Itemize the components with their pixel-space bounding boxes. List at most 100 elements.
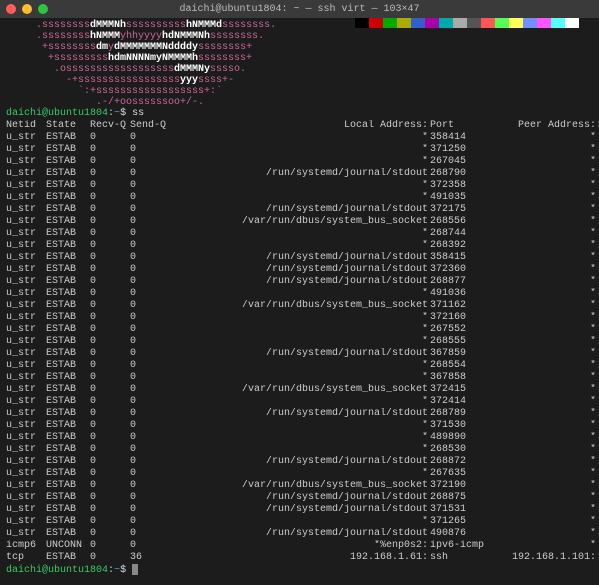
cell-recv: 0 <box>90 240 130 252</box>
cell-recv: 0 <box>90 492 130 504</box>
cell-send: 36 <box>130 552 170 564</box>
cell-lport: 372360 <box>430 264 488 276</box>
cell-state: ESTAB <box>46 432 90 444</box>
cell-recv: 0 <box>90 528 130 540</box>
prompt-line-2[interactable]: daichi@ubuntu1804:~$ <box>6 564 593 577</box>
table-row: u_strESTAB00*372414*372415 <box>6 396 599 408</box>
cell-state: ESTAB <box>46 168 90 180</box>
cell-paddr: * <box>488 240 598 252</box>
cell-netid: u_str <box>6 348 46 360</box>
cell-laddr: * <box>170 444 430 456</box>
cell-paddr: * <box>488 444 598 456</box>
table-row: u_strESTAB00/var/run/dbus/system_bus_soc… <box>6 384 599 396</box>
cell-paddr: * <box>488 132 598 144</box>
cell-laddr: * <box>170 132 430 144</box>
cell-laddr: * <box>170 432 430 444</box>
cell-send: 0 <box>130 408 170 420</box>
cell-send: 0 <box>130 504 170 516</box>
cell-paddr: * <box>488 372 598 384</box>
cell-state: ESTAB <box>46 372 90 384</box>
cell-state: ESTAB <box>46 528 90 540</box>
cell-lport: 372414 <box>430 396 488 408</box>
cell-lport: 268875 <box>430 492 488 504</box>
color-swatch <box>565 18 579 28</box>
table-row: u_strESTAB00/run/systemd/journal/stdout3… <box>6 504 599 516</box>
cell-paddr: * <box>488 216 598 228</box>
table-row: u_strESTAB00/run/systemd/journal/stdout3… <box>6 252 599 264</box>
cell-laddr: /var/run/dbus/system_bus_socket <box>170 300 430 312</box>
cell-send: 0 <box>130 516 170 528</box>
cell-laddr: * <box>170 312 430 324</box>
cell-netid: u_str <box>6 252 46 264</box>
cell-paddr: * <box>488 180 598 192</box>
ascii-art: .ssssssssdMMMNhsssssssssshNMMMdssssssss.… <box>6 20 593 108</box>
cell-recv: 0 <box>90 444 130 456</box>
table-row: u_strESTAB00*268554*268555 <box>6 360 599 372</box>
table-row: u_strESTAB00/var/run/dbus/system_bus_soc… <box>6 216 599 228</box>
cell-paddr: * <box>488 492 598 504</box>
prompt-symbol: $ <box>120 108 126 119</box>
cell-netid: u_str <box>6 504 46 516</box>
cell-lport: 372175 <box>430 204 488 216</box>
cell-recv: 0 <box>90 264 130 276</box>
cell-paddr: * <box>488 324 598 336</box>
cell-lport: 268392 <box>430 240 488 252</box>
cell-send: 0 <box>130 276 170 288</box>
color-swatch <box>551 18 565 28</box>
cell-netid: u_str <box>6 444 46 456</box>
cell-send: 0 <box>130 252 170 264</box>
cell-netid: u_str <box>6 132 46 144</box>
prompt-host: daichi@ubuntu1804 <box>6 108 108 119</box>
color-swatch <box>369 18 383 28</box>
cell-laddr: /run/systemd/journal/stdout <box>170 252 430 264</box>
table-row: u_strESTAB00*491036*491035 <box>6 288 599 300</box>
cell-state: ESTAB <box>46 384 90 396</box>
cell-recv: 0 <box>90 276 130 288</box>
table-row: u_strESTAB00/run/systemd/journal/stdout2… <box>6 492 599 504</box>
terminal-body[interactable]: .ssssssssdMMMNhsssssssssshNMMMdssssssss.… <box>0 18 599 579</box>
table-row: u_strESTAB00*267635*268872 <box>6 468 599 480</box>
cell-laddr: /run/systemd/journal/stdout <box>170 276 430 288</box>
cell-netid: u_str <box>6 372 46 384</box>
cell-laddr: * <box>170 336 430 348</box>
cell-netid: icmp6 <box>6 540 46 552</box>
cell-laddr: * <box>170 372 430 384</box>
cell-lport: 372190 <box>430 480 488 492</box>
cell-send: 0 <box>130 168 170 180</box>
cell-paddr: * <box>488 528 598 540</box>
cell-lport: 371162 <box>430 300 488 312</box>
cell-state: ESTAB <box>46 444 90 456</box>
cell-state: ESTAB <box>46 240 90 252</box>
color-swatch <box>355 18 369 28</box>
cell-laddr: * <box>170 180 430 192</box>
table-row: tcpESTAB036192.168.1.61:ssh192.168.1.101… <box>6 552 599 564</box>
table-row: u_strESTAB00*371250*372175 <box>6 144 599 156</box>
table-row: u_strESTAB00*268530*268875 <box>6 444 599 456</box>
cell-netid: u_str <box>6 408 46 420</box>
cell-send: 0 <box>130 396 170 408</box>
cell-recv: 0 <box>90 288 130 300</box>
hdr-send: Send-Q <box>130 120 170 132</box>
window-titlebar: daichi@ubuntu1804: ~ — ssh virt — 103×47 <box>0 0 599 18</box>
cell-netid: u_str <box>6 288 46 300</box>
cell-recv: 0 <box>90 540 130 552</box>
cell-paddr: * <box>488 408 598 420</box>
cell-paddr: * <box>488 144 598 156</box>
cell-send: 0 <box>130 432 170 444</box>
cell-state: ESTAB <box>46 492 90 504</box>
cell-netid: u_str <box>6 144 46 156</box>
cell-paddr: * <box>488 252 598 264</box>
cell-recv: 0 <box>90 468 130 480</box>
cell-lport: 358414 <box>430 132 488 144</box>
cell-lport: 372358 <box>430 180 488 192</box>
cell-netid: u_str <box>6 516 46 528</box>
cell-state: ESTAB <box>46 132 90 144</box>
cell-recv: 0 <box>90 456 130 468</box>
cell-paddr: * <box>488 360 598 372</box>
cell-lport: 268789 <box>430 408 488 420</box>
cell-lport: 371250 <box>430 144 488 156</box>
color-swatch <box>467 18 481 28</box>
cell-lport: 268556 <box>430 216 488 228</box>
cell-laddr: * <box>170 144 430 156</box>
cell-send: 0 <box>130 528 170 540</box>
